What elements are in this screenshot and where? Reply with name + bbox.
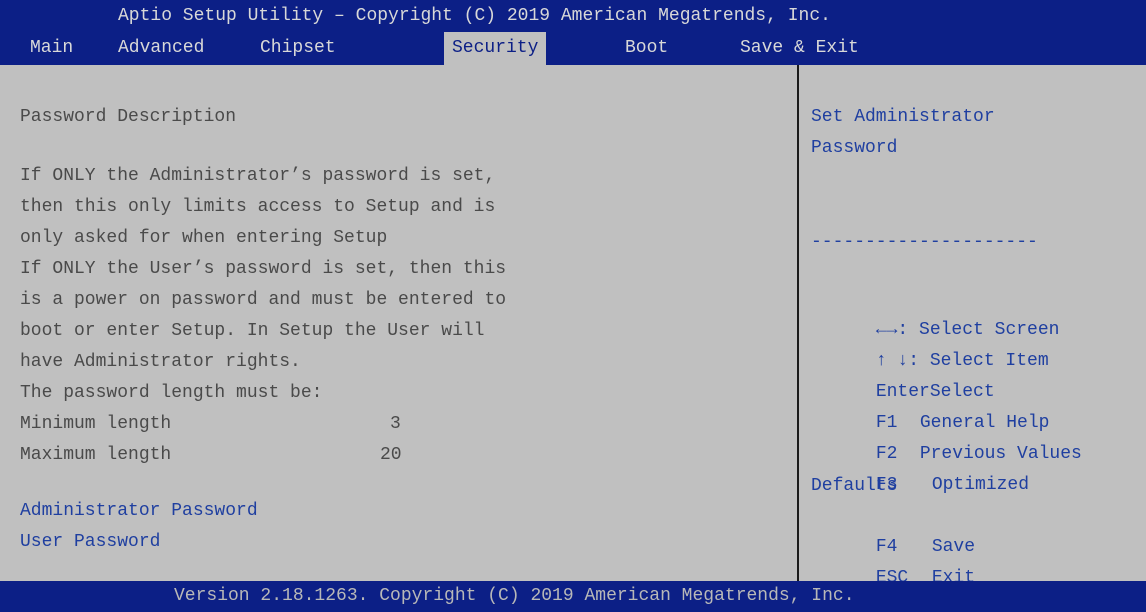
- footer-bar: Version 2.18.1263. Copyright (C) 2019 Am…: [0, 581, 1146, 612]
- version-text: Version 2.18.1263. Copyright (C) 2019 Am…: [174, 586, 855, 606]
- tab-main[interactable]: Main: [30, 32, 73, 65]
- help-key-f3-continued: Defaults: [811, 476, 898, 496]
- bios-screen: Aptio Setup Utility – Copyright (C) 2019…: [0, 0, 1146, 612]
- help-panel: Set Administrator Password -------------…: [799, 65, 1146, 588]
- min-length-label: Minimum length: [20, 414, 172, 434]
- help-separator: ---------------------: [811, 232, 1038, 252]
- description-line: boot or enter Setup. In Setup the User w…: [20, 321, 485, 341]
- tab-chipset[interactable]: Chipset: [260, 32, 336, 65]
- tab-save-exit[interactable]: Save & Exit: [740, 32, 859, 65]
- administrator-password-item[interactable]: Administrator Password: [20, 496, 258, 526]
- description-line: then this only limits access to Setup an…: [20, 197, 496, 217]
- section-heading: Password Description: [20, 107, 237, 127]
- main-panel: Password Description If ONLY the Adminis…: [0, 65, 797, 581]
- help-text-line: Set Administrator: [811, 107, 995, 127]
- tab-boot[interactable]: Boot: [625, 32, 668, 65]
- description-line: only asked for when entering Setup: [20, 228, 388, 248]
- description-line: If ONLY the User’s password is set, then…: [20, 259, 507, 279]
- app-title: Aptio Setup Utility – Copyright (C) 2019…: [118, 6, 831, 26]
- description-line: is a power on password and must be enter…: [20, 290, 507, 310]
- description-line: The password length must be:: [20, 383, 323, 403]
- tab-security[interactable]: Security: [444, 32, 547, 65]
- description-line: If ONLY the Administrator’s password is …: [20, 166, 496, 186]
- help-text-line: Password: [811, 138, 898, 158]
- max-length-value: 20: [380, 445, 402, 465]
- max-length-label: Maximum length: [20, 445, 172, 465]
- tab-advanced[interactable]: Advanced: [118, 32, 204, 65]
- description-line: have Administrator rights.: [20, 352, 301, 372]
- min-length-value: 3: [390, 414, 401, 434]
- user-password-item[interactable]: User Password: [20, 527, 160, 557]
- help-key-desc: Optimized: [931, 475, 1030, 495]
- title-bar: Aptio Setup Utility – Copyright (C) 2019…: [0, 0, 1146, 32]
- menu-bar: Main Advanced Chipset Security Boot Save…: [0, 32, 1146, 65]
